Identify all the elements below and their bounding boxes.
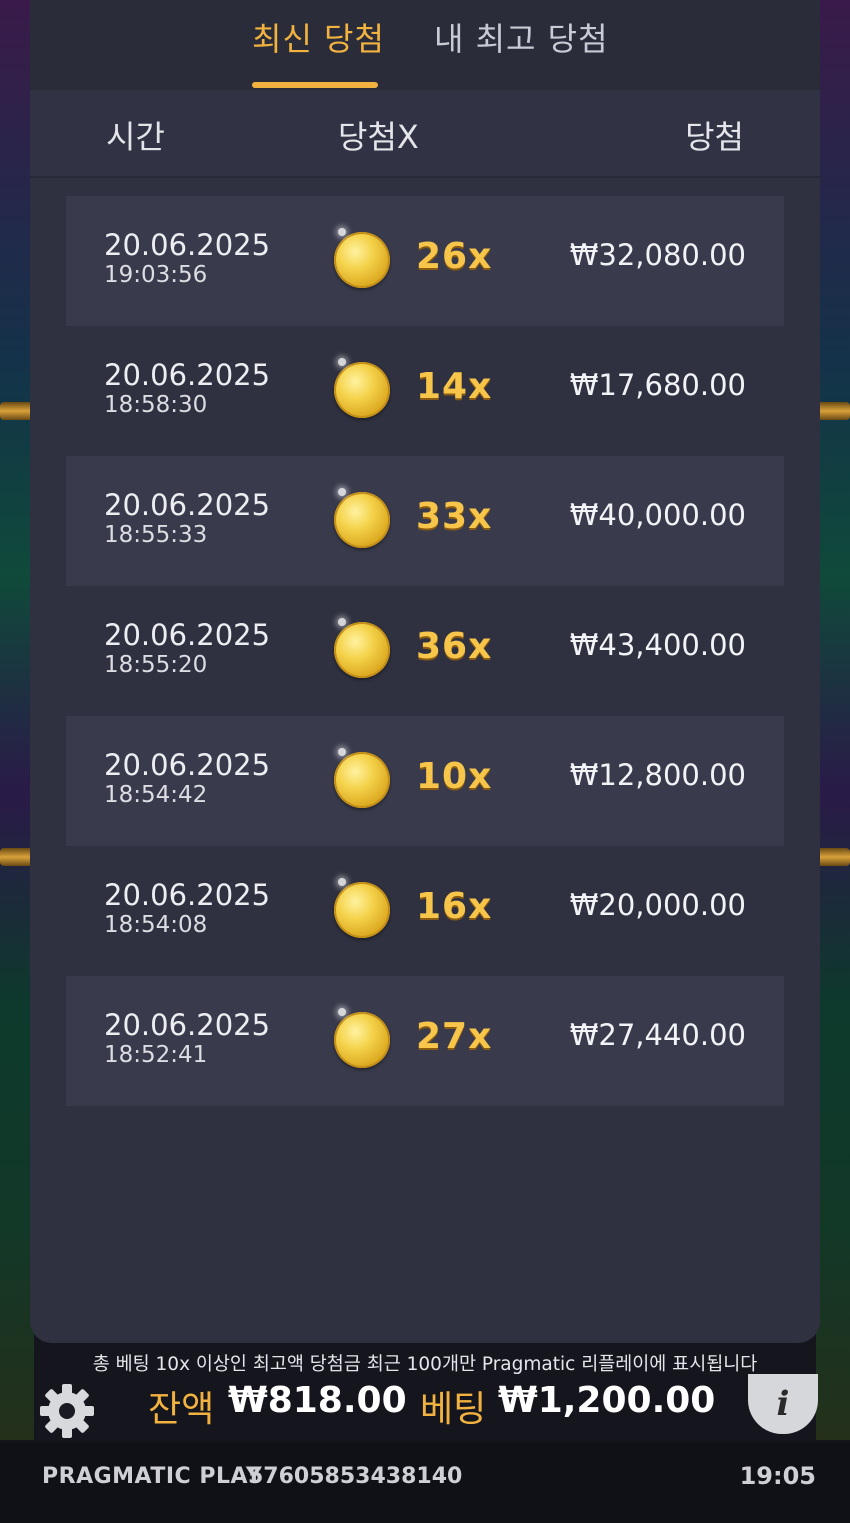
row-date: 20.06.2025 <box>104 618 271 652</box>
game-bottom-bar: 잔액 ₩818.00 베팅 ₩1,200.00 i <box>0 1372 850 1442</box>
tab-bar: 최신 당첨 내 최고 당첨 <box>30 0 820 90</box>
row-time: 18:58:30 <box>104 392 208 418</box>
clock: 19:05 <box>739 1462 816 1490</box>
row-amount: ₩12,800.00 <box>569 758 746 792</box>
row-date: 20.06.2025 <box>104 488 271 522</box>
row-time: 19:03:56 <box>104 262 208 288</box>
table-row[interactable]: 20.06.2025 18:54:08 16x ₩20,000.00 <box>66 846 784 976</box>
table-row[interactable]: 20.06.2025 18:55:33 33x ₩40,000.00 <box>66 456 784 586</box>
gear-icon[interactable] <box>36 1380 98 1442</box>
row-time: 18:52:41 <box>104 1042 208 1068</box>
balance-label: 잔액 <box>148 1389 215 1430</box>
decor-band <box>0 402 34 420</box>
row-time: 18:54:42 <box>104 782 208 808</box>
table-header: 시간 당첨X 당첨 <box>30 90 820 178</box>
row-multiplier: 16x <box>416 886 493 927</box>
decor-band <box>816 402 850 420</box>
balance-value: ₩818.00 <box>228 1380 407 1421</box>
coin-icon <box>334 228 390 288</box>
row-multiplier: 27x <box>416 1016 493 1057</box>
decor-band <box>816 848 850 866</box>
table-row[interactable]: 20.06.2025 19:03:56 26x ₩32,080.00 <box>66 196 784 326</box>
bet-label: 베팅 <box>420 1389 487 1430</box>
coin-icon <box>334 878 390 938</box>
active-tab-indicator <box>252 82 378 88</box>
row-multiplier: 10x <box>416 756 493 797</box>
game-background-left <box>0 0 34 1440</box>
brand-logo: PRAGMATIC PLAY <box>42 1464 263 1489</box>
tab-latest-wins[interactable]: 최신 당첨 <box>252 14 385 60</box>
column-header-time: 시간 <box>106 118 165 156</box>
column-header-multiplier: 당첨X <box>338 118 419 156</box>
row-time: 18:55:20 <box>104 652 208 678</box>
row-multiplier: 14x <box>416 366 493 407</box>
row-time: 18:55:33 <box>104 522 208 548</box>
row-multiplier: 36x <box>416 626 493 667</box>
coin-icon <box>334 1008 390 1068</box>
info-button[interactable]: i <box>748 1374 818 1434</box>
row-date: 20.06.2025 <box>104 228 271 262</box>
row-amount: ₩43,400.00 <box>569 628 746 662</box>
row-date: 20.06.2025 <box>104 878 271 912</box>
bet-value[interactable]: ₩1,200.00 <box>498 1380 715 1421</box>
table-row[interactable]: 20.06.2025 18:52:41 27x ₩27,440.00 <box>66 976 784 1106</box>
replay-panel: 최신 당첨 내 최고 당첨 시간 당첨X 당첨 20.06.2025 19:03… <box>30 0 820 1343</box>
row-amount: ₩17,680.00 <box>569 368 746 402</box>
table-row[interactable]: 20.06.2025 18:58:30 14x ₩17,680.00 <box>66 326 784 456</box>
row-date: 20.06.2025 <box>104 748 271 782</box>
row-amount: ₩32,080.00 <box>569 238 746 272</box>
coin-icon <box>334 358 390 418</box>
row-amount: ₩27,440.00 <box>569 1018 746 1052</box>
info-icon: i <box>776 1384 790 1424</box>
coin-icon <box>334 748 390 808</box>
row-amount: ₩40,000.00 <box>569 498 746 532</box>
row-multiplier: 26x <box>416 236 493 277</box>
decor-band <box>0 848 34 866</box>
row-date: 20.06.2025 <box>104 358 271 392</box>
row-date: 20.06.2025 <box>104 1008 271 1042</box>
table-row[interactable]: 20.06.2025 18:54:42 10x ₩12,800.00 <box>66 716 784 846</box>
round-id: 57605853438140 <box>248 1464 463 1489</box>
column-header-win: 당첨 <box>685 118 744 156</box>
game-background-right <box>816 0 850 1440</box>
coin-icon <box>334 488 390 548</box>
table-row[interactable]: 20.06.2025 18:55:20 36x ₩43,400.00 <box>66 586 784 716</box>
tab-my-best-wins[interactable]: 내 최고 당첨 <box>434 14 609 60</box>
footer-bar: PRAGMATIC PLAY 57605853438140 19:05 <box>0 1442 850 1523</box>
row-multiplier: 33x <box>416 496 493 537</box>
row-amount: ₩20,000.00 <box>569 888 746 922</box>
coin-icon <box>334 618 390 678</box>
row-time: 18:54:08 <box>104 912 208 938</box>
